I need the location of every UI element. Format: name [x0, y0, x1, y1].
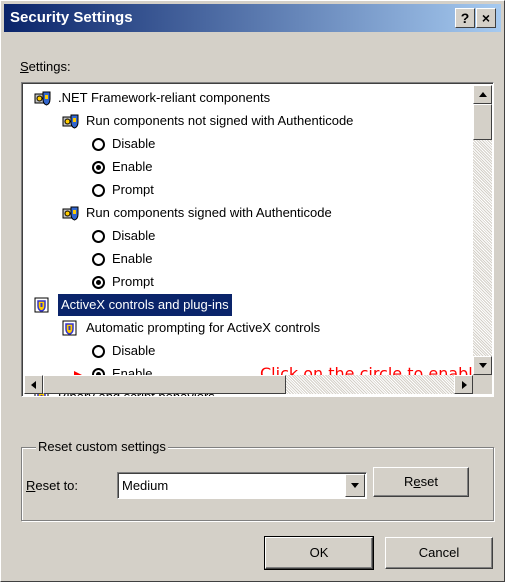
radio-option-label: Prompt — [112, 182, 154, 197]
activex-shield-icon — [34, 297, 52, 313]
radio-option-label: Disable — [112, 136, 156, 151]
radio-unchecked-icon[interactable] — [92, 345, 105, 358]
setting-group-label: Run components signed with Authenticode — [86, 205, 332, 220]
scroll-right-button[interactable] — [454, 375, 473, 394]
radio-unchecked-icon[interactable] — [92, 138, 105, 151]
reset-to-label: Reset to: — [26, 478, 79, 493]
scroll-up-button[interactable] — [473, 85, 492, 104]
window-title: Security Settings — [10, 9, 133, 26]
setting-group-label: .NET Framework-reliant components — [58, 90, 271, 105]
setting-group-label: Automatic prompting for ActiveX controls — [86, 320, 321, 335]
gear-shield-icon — [34, 90, 52, 106]
activex-shield-icon — [62, 320, 80, 336]
reset-button[interactable]: Reset — [373, 467, 469, 497]
vertical-scroll-thumb[interactable] — [473, 104, 492, 140]
reset-group-label: Reset custom settings — [36, 439, 168, 454]
radio-unchecked-icon[interactable] — [92, 253, 105, 266]
radio-option-label: Prompt — [112, 274, 154, 289]
title-bar[interactable]: Security Settings ? × — [4, 4, 501, 32]
radio-option-label: Disable — [112, 228, 156, 243]
horizontal-scrollbar[interactable] — [24, 375, 473, 394]
help-button[interactable]: ? — [455, 8, 475, 28]
radio-checked-icon[interactable] — [92, 276, 105, 289]
scroll-down-button[interactable] — [473, 356, 492, 375]
reset-custom-settings-group: Reset custom settings Reset to: Medium R… — [21, 439, 494, 521]
gear-shield-icon — [62, 205, 80, 221]
settings-label-rest: ettings: — [28, 59, 71, 74]
scrollbar-corner — [473, 375, 492, 394]
radio-option-label: Disable — [112, 343, 156, 358]
reset-button-label: Reset — [404, 474, 438, 489]
setting-group-label: ActiveX controls and plug-ins — [58, 294, 232, 316]
arrow-down-icon — [479, 363, 487, 368]
scroll-left-button[interactable] — [24, 375, 43, 394]
settings-label: Settings: — [20, 59, 71, 74]
security-settings-dialog: Security Settings ? × Settings: .NET Fra… — [0, 0, 505, 582]
arrow-up-icon — [479, 92, 487, 97]
radio-unchecked-icon[interactable] — [92, 184, 105, 197]
reset-to-label-rest: eset to: — [35, 478, 79, 493]
reset-level-select[interactable]: Medium — [117, 472, 367, 499]
settings-list[interactable]: .NET Framework-reliant components Run com… — [21, 82, 494, 397]
radio-option-label: Enable — [112, 251, 153, 266]
close-button[interactable]: × — [476, 8, 496, 28]
radio-option-label: Enable — [112, 159, 153, 174]
arrow-right-icon — [462, 381, 467, 389]
ok-button[interactable]: OK — [264, 536, 374, 570]
dropdown-button[interactable] — [345, 474, 365, 497]
radio-unchecked-icon[interactable] — [92, 230, 105, 243]
chevron-down-icon — [351, 483, 359, 488]
radio-checked-icon[interactable] — [92, 161, 105, 174]
gear-shield-icon — [62, 113, 80, 129]
cancel-button[interactable]: Cancel — [385, 537, 493, 569]
setting-group-label: Run components not signed with Authentic… — [86, 113, 354, 128]
horizontal-scroll-thumb[interactable] — [43, 375, 286, 394]
vertical-scrollbar[interactable] — [473, 85, 492, 375]
reset-level-value: Medium — [122, 478, 169, 493]
arrow-left-icon — [31, 381, 36, 389]
